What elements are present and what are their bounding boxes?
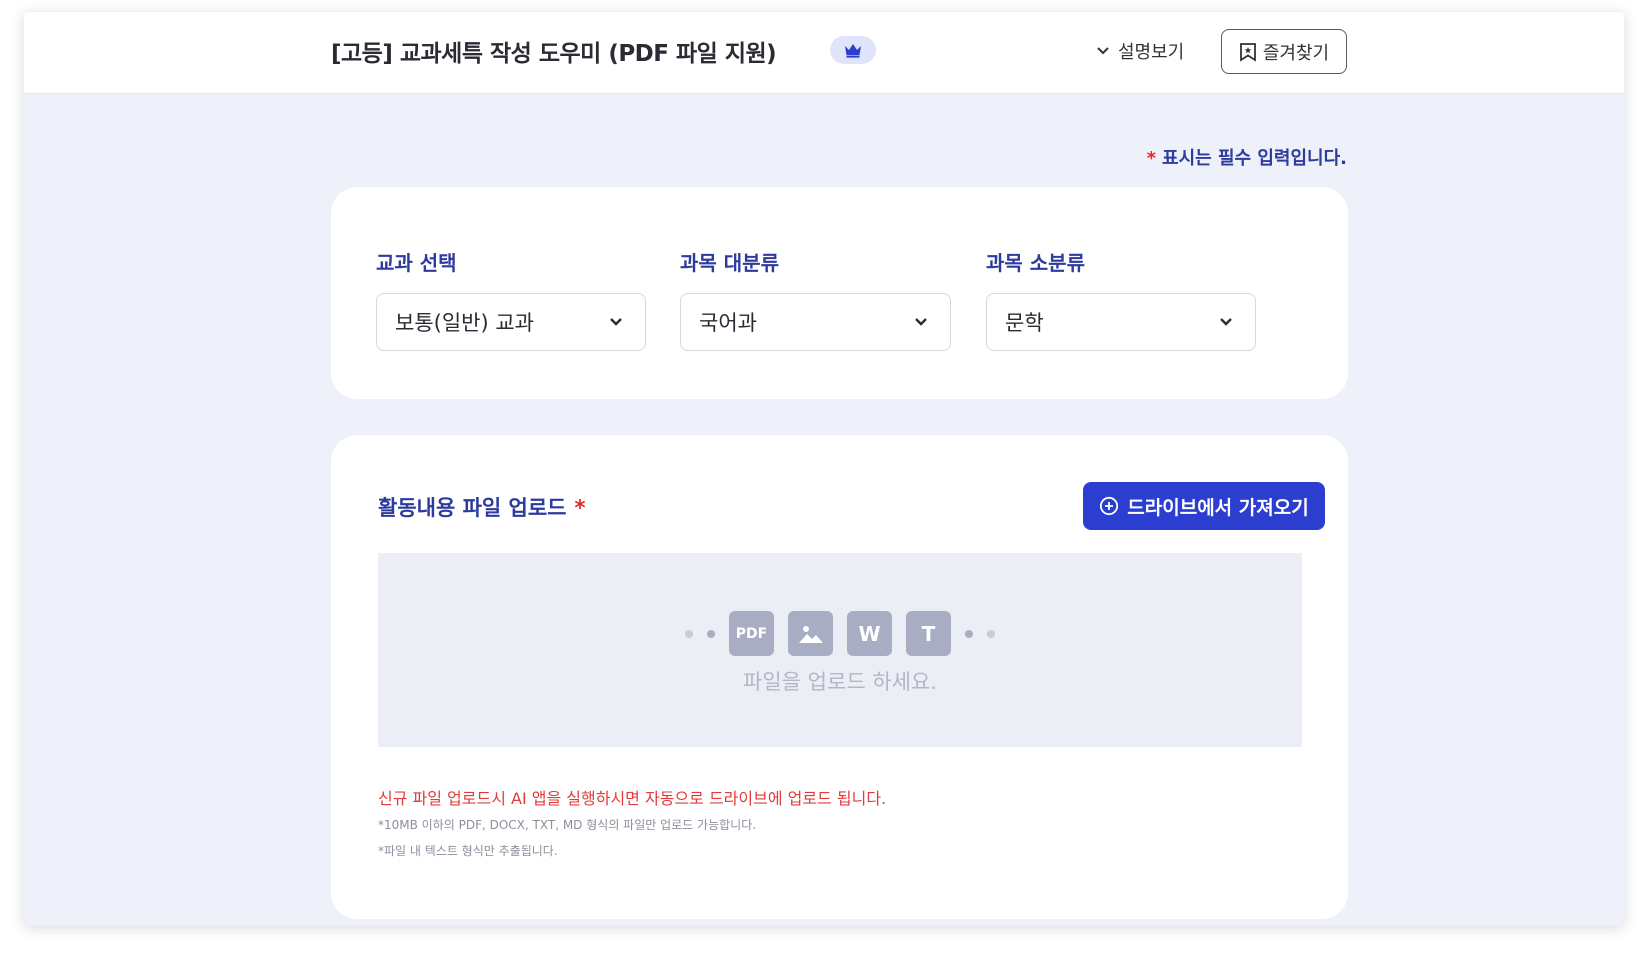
category-minor-value: 문학 <box>1005 311 1044 335</box>
upload-notice: 신규 파일 업로드시 AI 앱을 실행하시면 자동으로 드라이브에 업로드 됩니… <box>378 789 887 808</box>
chevron-down-icon <box>1097 47 1109 55</box>
required-star: * <box>1146 148 1157 169</box>
subject-selection-card: 교과 선택 보통(일반) 교과 과목 대분류 국어과 과목 소분류 문학 <box>331 187 1348 399</box>
required-note-text: 표시는 필수 입력입니다. <box>1162 148 1347 169</box>
bookmark-icon <box>1239 42 1256 62</box>
category-minor-label: 과목 소분류 <box>986 251 1085 275</box>
image-icon <box>798 625 823 643</box>
category-major-select[interactable]: 국어과 <box>680 293 951 351</box>
file-type-icons: PDF W T <box>378 611 1302 656</box>
import-from-drive-button[interactable]: 드라이브에서 가져오기 <box>1083 482 1325 530</box>
description-toggle[interactable]: 설명보기 <box>1096 37 1184 65</box>
bookmark-button[interactable]: 즐겨찾기 <box>1221 29 1347 74</box>
category-major-value: 국어과 <box>699 311 757 335</box>
chevron-down-icon <box>1220 318 1232 326</box>
pdf-file-icon: PDF <box>729 611 774 656</box>
bookmark-label: 즐겨찾기 <box>1262 42 1330 64</box>
decorative-dot <box>987 629 995 638</box>
upload-title: 활동내용 파일 업로드 * <box>378 492 586 522</box>
text-file-icon: T <box>906 611 951 656</box>
file-upload-card: 활동내용 파일 업로드 * 드라이브에서 가져오기 PDF W T 파일을 업로… <box>331 435 1348 919</box>
top-bar: [고등] 교과세특 작성 도우미 (PDF 파일 지원) 설명보기 즐겨찾기 <box>24 12 1624 94</box>
description-toggle-label: 설명보기 <box>1118 42 1185 63</box>
premium-badge <box>830 36 876 64</box>
decorative-dot <box>965 629 973 638</box>
subject-type-select[interactable]: 보통(일반) 교과 <box>376 293 646 351</box>
required-star: * <box>574 496 586 520</box>
upload-help-text: *10MB 이하의 PDF, DOCX, TXT, MD 형식의 파일만 업로드… <box>378 818 757 832</box>
import-from-drive-label: 드라이브에서 가져오기 <box>1127 496 1309 519</box>
category-major-label: 과목 대분류 <box>680 251 779 275</box>
chevron-down-icon <box>915 318 927 326</box>
crown-icon <box>845 44 861 58</box>
word-file-icon: W <box>847 611 892 656</box>
plus-circle-icon <box>1100 496 1119 516</box>
subject-type-label: 교과 선택 <box>376 251 457 275</box>
decorative-dot <box>707 629 715 638</box>
category-minor-select[interactable]: 문학 <box>986 293 1256 351</box>
app-window: [고등] 교과세특 작성 도우미 (PDF 파일 지원) 설명보기 즐겨찾기 *… <box>24 12 1624 926</box>
required-field-note: * 표시는 필수 입력입니다. <box>1147 144 1347 170</box>
decorative-dot <box>685 629 693 638</box>
upload-title-text: 활동내용 파일 업로드 <box>378 496 567 520</box>
chevron-down-icon <box>610 318 622 326</box>
image-file-icon <box>788 611 833 656</box>
subject-type-value: 보통(일반) 교과 <box>395 311 534 335</box>
page-title: [고등] 교과세특 작성 도우미 (PDF 파일 지원) <box>331 41 777 67</box>
upload-help-text: *파일 내 텍스트 형식만 추출됩니다. <box>378 844 558 858</box>
file-dropzone[interactable]: PDF W T 파일을 업로드 하세요. <box>378 553 1302 747</box>
dropzone-instruction: 파일을 업로드 하세요. <box>743 670 937 694</box>
